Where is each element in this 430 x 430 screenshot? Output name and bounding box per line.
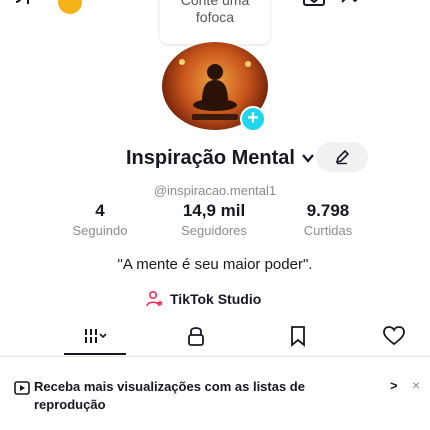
heart-icon bbox=[383, 326, 405, 346]
pencil-icon bbox=[335, 149, 350, 165]
tab-liked[interactable] bbox=[376, 322, 412, 350]
coin-icon[interactable] bbox=[58, 0, 82, 14]
tab-private[interactable] bbox=[178, 322, 214, 350]
add-friend-icon[interactable] bbox=[14, 0, 38, 14]
stat-followers-value: 14,9 mil bbox=[182, 201, 246, 220]
playlist-promo-text[interactable]: Receba mais visualizações com as listas … bbox=[34, 378, 344, 414]
add-photo-button[interactable]: + bbox=[240, 106, 266, 132]
tab-saved[interactable] bbox=[280, 322, 316, 350]
edit-profile-button[interactable] bbox=[316, 142, 368, 172]
studio-person-icon bbox=[146, 290, 163, 307]
profile-name: Inspiração Mental bbox=[126, 146, 295, 169]
lock-icon bbox=[188, 327, 204, 346]
profile-bio: "A mente é seu maior poder". bbox=[117, 256, 313, 273]
grid-icon bbox=[84, 329, 107, 343]
stat-following-label: Seguindo bbox=[72, 223, 128, 238]
inbox-icon[interactable] bbox=[302, 0, 326, 10]
tiktok-studio-link[interactable]: TikTok Studio bbox=[146, 288, 261, 310]
profile-name-switcher[interactable]: Inspiração Mental bbox=[126, 145, 315, 171]
stat-following-value: 4 bbox=[95, 201, 105, 220]
close-icon[interactable]: × bbox=[412, 377, 420, 393]
playlist-promo-arrow[interactable]: > bbox=[390, 378, 398, 393]
tabs-divider bbox=[0, 356, 430, 357]
stat-followers[interactable]: 14,9 mil Seguidores bbox=[154, 200, 274, 240]
story-prompt-line2: fofoca bbox=[195, 9, 235, 25]
tab-videos[interactable] bbox=[77, 322, 113, 350]
stat-following[interactable]: 4 Seguindo bbox=[40, 200, 160, 240]
stat-likes-value: 9.798 bbox=[306, 201, 350, 220]
chevron-down-icon bbox=[302, 154, 314, 163]
stat-followers-label: Seguidores bbox=[181, 223, 247, 238]
active-tab-indicator bbox=[64, 353, 126, 355]
stat-likes-label: Curtidas bbox=[303, 223, 353, 238]
profile-handle: @inspiracao.mental1 bbox=[153, 183, 277, 198]
analytics-icon[interactable] bbox=[340, 0, 370, 10]
bookmark-icon bbox=[291, 326, 305, 347]
playlist-icon bbox=[14, 381, 30, 395]
story-prompt-bubble[interactable]: Conte uma fofoca bbox=[160, 0, 270, 44]
story-prompt-line1: Conte uma bbox=[180, 0, 250, 8]
stat-likes[interactable]: 9.798 Curtidas bbox=[268, 200, 388, 240]
tiktok-studio-label: TikTok Studio bbox=[170, 291, 262, 307]
menu-icon[interactable] bbox=[390, 0, 414, 10]
